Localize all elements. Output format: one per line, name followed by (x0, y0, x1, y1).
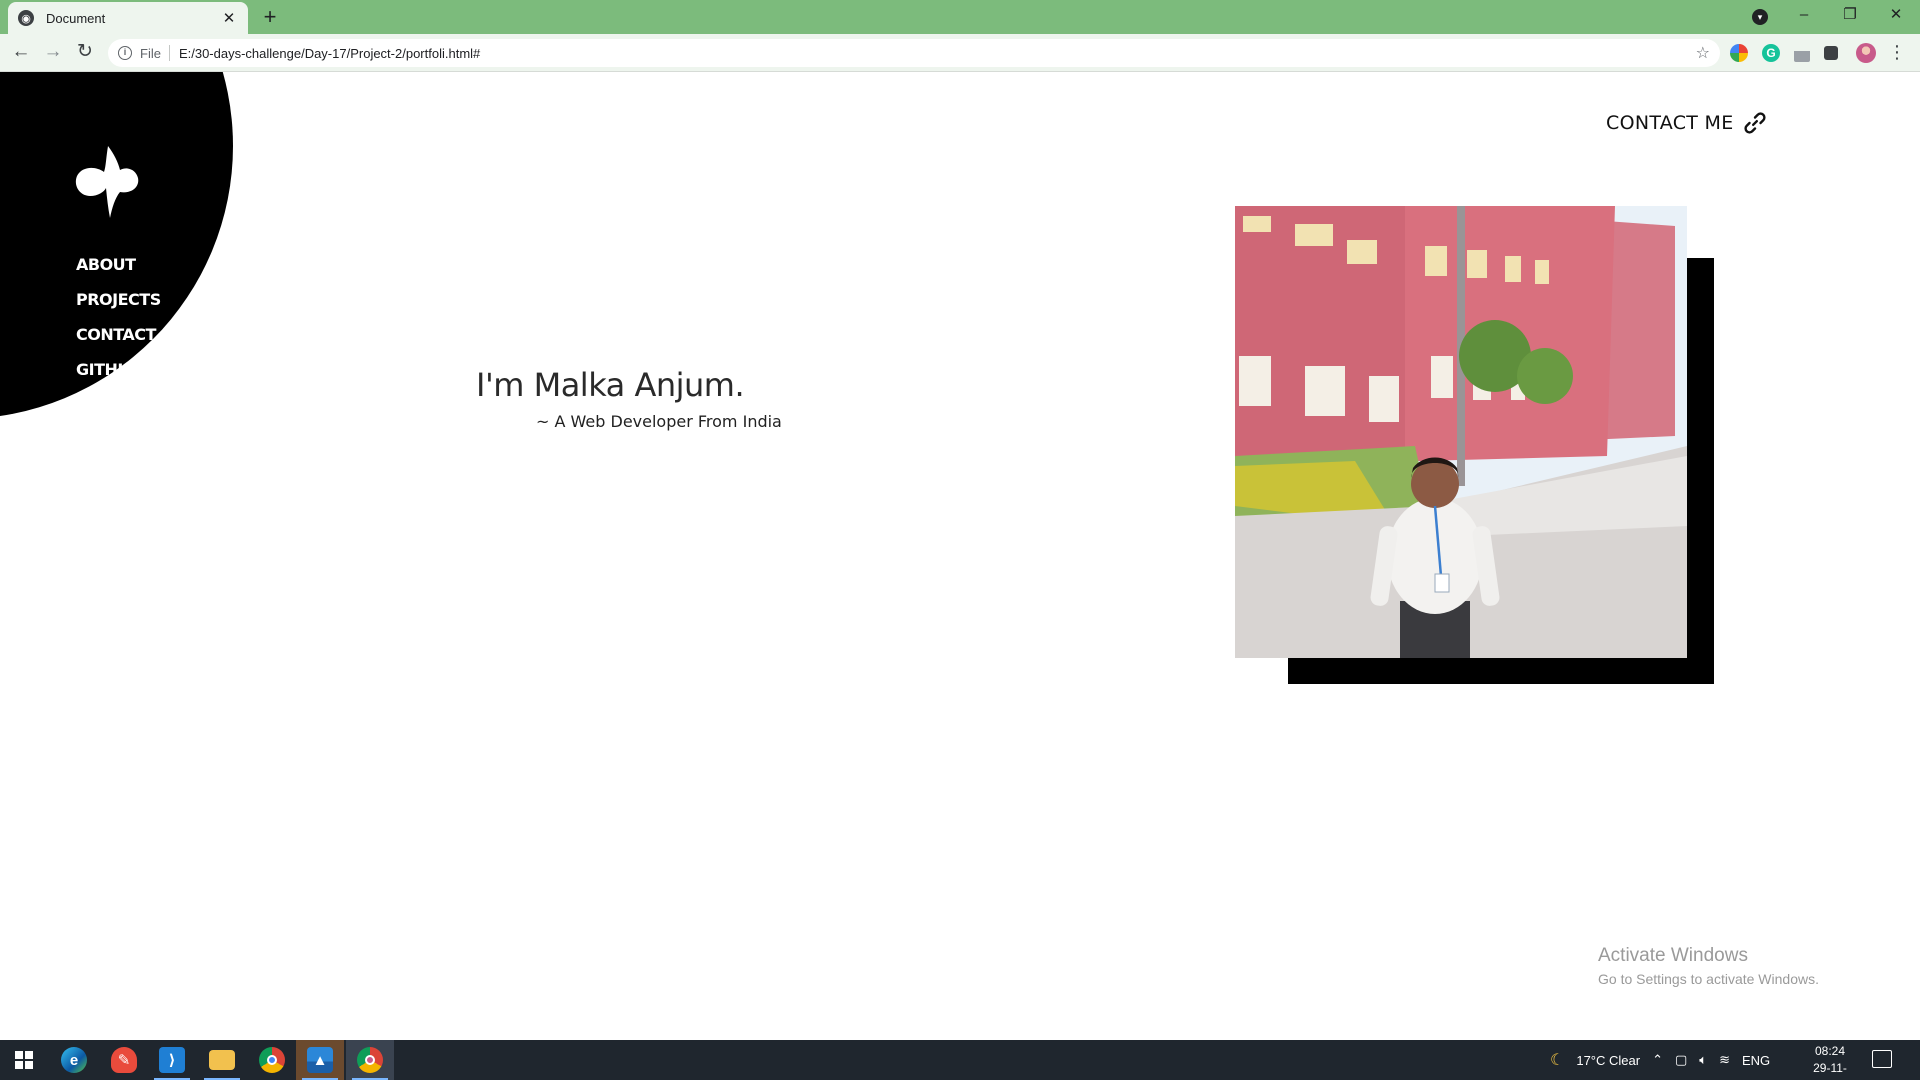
restore-button[interactable]: ❐ (1836, 4, 1864, 28)
browser-menu-icon[interactable]: ⋮ (1884, 40, 1910, 66)
chart-extension-icon[interactable] (1794, 44, 1810, 62)
file-explorer-icon[interactable] (198, 1040, 246, 1080)
start-icon[interactable] (0, 1040, 48, 1080)
edge-icon[interactable]: e (50, 1040, 98, 1080)
info-icon[interactable]: i (118, 46, 132, 60)
reload-button[interactable]: ↻ (72, 40, 98, 66)
url-text[interactable]: E:/30-days-challenge/Day-17/Project-2/po… (179, 46, 1696, 61)
back-button[interactable]: ← (8, 40, 34, 66)
volume-icon[interactable]: 🔈︎ (1699, 1052, 1707, 1068)
contact-me-link[interactable]: CONTACT ME (1606, 112, 1766, 134)
chrome-profile-icon[interactable] (346, 1040, 394, 1080)
windows-taskbar: e ✎ ⟩ ▲ ☾ 17°C Clear ⌃ ▢ 🔈︎ ≋ ENG 08:24 … (0, 1040, 1920, 1080)
intro-subtitle: ~ A Web Developer From India (536, 412, 782, 431)
minimize-button[interactable]: – (1790, 4, 1818, 28)
show-hidden-icons-icon[interactable]: ⌃ (1652, 1052, 1663, 1068)
bookmark-star-icon[interactable]: ☆ (1696, 43, 1710, 63)
tab-strip: ◉ Document ✕ + ▾ – ❐ ✕ (0, 0, 1920, 34)
intro-title: I'm Malka Anjum. (476, 366, 745, 404)
weather-text[interactable]: 17°C Clear (1576, 1053, 1640, 1068)
activate-windows-watermark: Activate Windows Go to Settings to activ… (1598, 945, 1819, 987)
contact-me-label: CONTACT ME (1606, 112, 1734, 134)
clock[interactable]: 08:24 29-11-2021 (1800, 1043, 1860, 1080)
portfolio-page: ABOUT PROJECTS CONTACT GITHUB CONTACT ME… (0, 72, 1920, 1040)
forward-button[interactable]: → (40, 40, 66, 66)
activate-subtitle: Go to Settings to activate Windows. (1598, 971, 1819, 987)
language-indicator[interactable]: ENG (1742, 1053, 1770, 1068)
paint-icon[interactable]: ✎ (100, 1040, 148, 1080)
tab-title: Document (46, 10, 106, 26)
address-bar[interactable]: i File E:/30-days-challenge/Day-17/Proje… (108, 39, 1720, 67)
browser-toolbar: ← → ↻ i File E:/30-days-challenge/Day-17… (0, 34, 1920, 72)
side-navigation: ABOUT PROJECTS CONTACT GITHUB (76, 255, 161, 395)
clock-time: 08:24 (1814, 1044, 1846, 1058)
weather-moon-icon[interactable]: ☾ (1550, 1050, 1564, 1070)
device-icon[interactable]: ▢ (1675, 1052, 1687, 1068)
photos-icon[interactable]: ▲ (296, 1040, 344, 1080)
logo-icon[interactable] (74, 146, 140, 218)
grammarly-icon[interactable]: G (1762, 44, 1780, 62)
link-icon (1743, 112, 1766, 134)
new-tab-button[interactable]: + (256, 4, 284, 32)
profile-photo (1235, 206, 1687, 658)
browser-tab[interactable]: ◉ Document ✕ (8, 2, 248, 34)
clock-date: 29-11-2021 (1813, 1061, 1847, 1080)
nav-about-link[interactable]: ABOUT (76, 255, 161, 290)
favicon-icon: ◉ (18, 10, 34, 26)
chrome-icon[interactable] (248, 1040, 296, 1080)
url-scheme: File (140, 45, 161, 61)
notification-icon[interactable] (1872, 1050, 1892, 1068)
activate-title: Activate Windows (1598, 945, 1748, 966)
color-extension-icon[interactable] (1730, 44, 1748, 62)
tab-close-icon[interactable]: ✕ (220, 9, 238, 27)
vscode-icon[interactable]: ⟩ (148, 1040, 196, 1080)
extensions-puzzle-icon[interactable] (1824, 46, 1838, 60)
system-tray: ☾ 17°C Clear ⌃ ▢ 🔈︎ ≋ ENG (1550, 1040, 1782, 1080)
tab-search-icon[interactable]: ▾ (1752, 9, 1768, 25)
omnibox-divider (168, 45, 170, 61)
nav-github-link[interactable]: GITHUB (76, 360, 161, 395)
profile-avatar[interactable] (1856, 43, 1876, 63)
nav-projects-link[interactable]: PROJECTS (76, 290, 161, 325)
nav-contact-link[interactable]: CONTACT (76, 325, 161, 360)
wifi-icon[interactable]: ≋ (1719, 1052, 1730, 1068)
close-window-button[interactable]: ✕ (1882, 4, 1910, 28)
intro-section: I'm Malka Anjum. ~ A Web Developer From … (476, 366, 782, 431)
